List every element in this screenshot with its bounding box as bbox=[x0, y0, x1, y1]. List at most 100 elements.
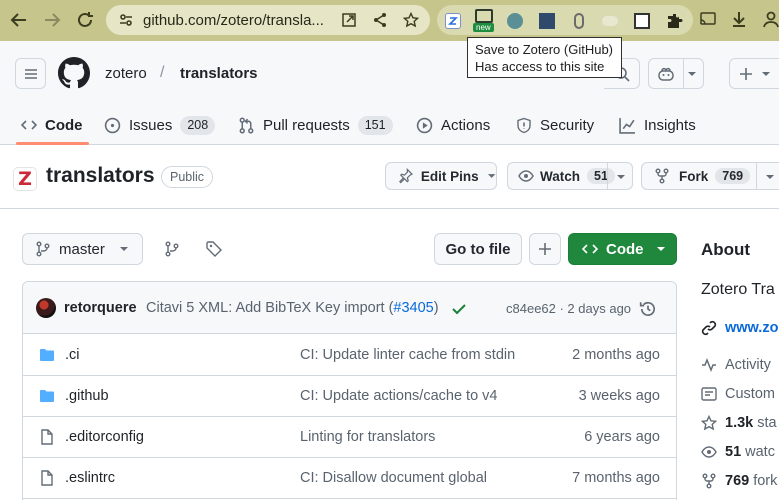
commit-author[interactable]: retorquere bbox=[64, 300, 137, 316]
breadcrumb-repo[interactable]: translators bbox=[180, 65, 258, 82]
repo-name[interactable]: translators bbox=[46, 164, 155, 188]
file-name[interactable]: .ci bbox=[65, 347, 80, 363]
url-text: github.com/zotero/transla... bbox=[143, 11, 324, 29]
add-file-button[interactable] bbox=[529, 233, 561, 265]
file-name[interactable]: .github bbox=[65, 388, 109, 404]
about-forks[interactable]: 769 fork bbox=[701, 471, 777, 491]
file-icon bbox=[41, 429, 53, 445]
go-to-file-label: Go to file bbox=[445, 240, 511, 258]
code-dropdown-button[interactable]: Code bbox=[568, 233, 677, 265]
forks-count: 769 bbox=[725, 473, 750, 489]
cloud-extension-icon[interactable] bbox=[602, 16, 618, 26]
back-button[interactable] bbox=[4, 5, 34, 35]
git-branch-icon bbox=[36, 241, 50, 257]
about-custom-properties[interactable]: Custom bbox=[701, 384, 775, 404]
chevron-down-icon bbox=[656, 247, 665, 251]
table-row[interactable]: .github CI: Update actions/cache to v4 3… bbox=[23, 376, 676, 417]
edit-pins-button[interactable]: Edit Pins bbox=[385, 162, 497, 190]
table-row[interactable]: .eslintrc CI: Disallow document global 7… bbox=[23, 458, 676, 499]
tab-insights[interactable]: Insights bbox=[619, 105, 696, 145]
branch-name: master bbox=[59, 240, 105, 258]
share-icon[interactable] bbox=[372, 12, 388, 28]
watching-count: 51 bbox=[725, 444, 742, 460]
watching-label: watc bbox=[745, 444, 775, 460]
tag-icon[interactable] bbox=[206, 241, 222, 257]
branch-selector[interactable]: master bbox=[22, 233, 143, 265]
tab-actions[interactable]: Actions bbox=[416, 105, 490, 145]
about-stars[interactable]: 1.3k sta bbox=[701, 413, 777, 433]
menu-button[interactable] bbox=[15, 58, 46, 89]
pull-requests-count: 151 bbox=[357, 115, 393, 135]
watch-button[interactable]: Watch 51 bbox=[507, 162, 633, 190]
github-logo-icon[interactable] bbox=[58, 57, 90, 89]
new-badge: new bbox=[473, 23, 494, 32]
pulse-icon bbox=[702, 357, 716, 373]
breadcrumb-owner[interactable]: zotero bbox=[105, 65, 147, 82]
address-bar[interactable]: github.com/zotero/transla... bbox=[106, 5, 430, 35]
table-row[interactable]: .ci CI: Update linter cache from stdin 2… bbox=[23, 335, 676, 376]
file-commit-message[interactable]: CI: Disallow document global bbox=[300, 470, 487, 486]
file-commit-message[interactable]: CI: Update actions/cache to v4 bbox=[300, 388, 497, 404]
commit-pr-link[interactable]: #3405 bbox=[393, 300, 433, 316]
site-info-icon[interactable] bbox=[118, 12, 134, 28]
open-in-app-icon[interactable] bbox=[341, 12, 357, 28]
issue-opened-icon bbox=[104, 117, 121, 133]
profile-icon[interactable] bbox=[762, 10, 779, 28]
zotero-connector-icon[interactable] bbox=[445, 13, 461, 29]
chevron-down-icon bbox=[766, 175, 774, 179]
visibility-badge: Public bbox=[161, 166, 214, 188]
extension-icon[interactable] bbox=[539, 13, 555, 29]
branches-icon[interactable] bbox=[164, 241, 180, 257]
stars-count: 1.3k bbox=[725, 415, 754, 431]
commit-hash-time[interactable]: c84ee62 · 2 days ago bbox=[506, 301, 631, 316]
bookmark-star-icon[interactable] bbox=[403, 12, 419, 28]
about-website[interactable]: www.zo bbox=[701, 318, 778, 338]
gear-extension-icon[interactable] bbox=[507, 13, 523, 29]
table-row[interactable]: .editorconfig Linting for translators 6 … bbox=[23, 417, 676, 458]
download-icon[interactable] bbox=[730, 10, 748, 28]
file-commit-message[interactable]: CI: Update linter cache from stdin bbox=[300, 347, 515, 363]
file-name[interactable]: .eslintrc bbox=[65, 470, 115, 486]
extension-icon[interactable] bbox=[634, 13, 650, 29]
file-name[interactable]: .editorconfig bbox=[65, 429, 144, 445]
tab-issues[interactable]: Issues 208 bbox=[104, 105, 216, 145]
folder-icon bbox=[40, 390, 54, 402]
fork-count: 769 bbox=[715, 168, 751, 184]
fork-label: Fork bbox=[679, 168, 709, 184]
tab-code[interactable]: Code bbox=[21, 105, 83, 145]
fork-button[interactable]: Fork 769 bbox=[641, 162, 779, 190]
commit-message[interactable]: Citavi 5 XML: Add BibTeX Key import (#34… bbox=[146, 300, 439, 316]
tab-label: Security bbox=[540, 116, 595, 134]
website-link[interactable]: www.zo bbox=[725, 320, 778, 336]
folder-icon bbox=[40, 349, 54, 361]
pin-icon bbox=[399, 168, 413, 184]
forks-label: fork bbox=[753, 473, 778, 489]
cast-icon[interactable] bbox=[699, 10, 717, 28]
extension-icon[interactable] bbox=[475, 9, 493, 23]
about-activity[interactable]: Activity bbox=[701, 355, 771, 375]
repo-owner-avatar: Z bbox=[13, 167, 37, 191]
puzzle-icon[interactable] bbox=[667, 13, 683, 29]
extension-icon[interactable] bbox=[574, 13, 584, 29]
eye-icon bbox=[701, 446, 717, 458]
chevron-down-icon bbox=[688, 72, 696, 76]
about-watchers[interactable]: 51 watc bbox=[701, 442, 775, 462]
reload-button[interactable] bbox=[70, 5, 100, 35]
file-commit-date: 6 years ago bbox=[584, 429, 660, 445]
copilot-icon bbox=[658, 67, 674, 81]
copilot-button[interactable] bbox=[648, 58, 704, 89]
check-icon[interactable] bbox=[451, 301, 467, 317]
history-icon[interactable] bbox=[639, 300, 657, 318]
forward-button[interactable] bbox=[37, 5, 67, 35]
repo-forked-icon bbox=[702, 473, 716, 489]
tab-security[interactable]: Security bbox=[516, 105, 594, 145]
go-to-file-button[interactable]: Go to file bbox=[434, 233, 522, 265]
file-commit-date: 7 months ago bbox=[572, 470, 660, 486]
avatar[interactable] bbox=[36, 298, 56, 318]
file-commit-message[interactable]: Linting for translators bbox=[300, 429, 435, 445]
chevron-down-icon bbox=[617, 175, 625, 179]
custom-label: Custom bbox=[725, 386, 775, 402]
watch-count: 51 bbox=[587, 168, 615, 184]
tab-pull-requests[interactable]: Pull requests 151 bbox=[238, 105, 393, 145]
create-new-button[interactable] bbox=[729, 58, 779, 89]
